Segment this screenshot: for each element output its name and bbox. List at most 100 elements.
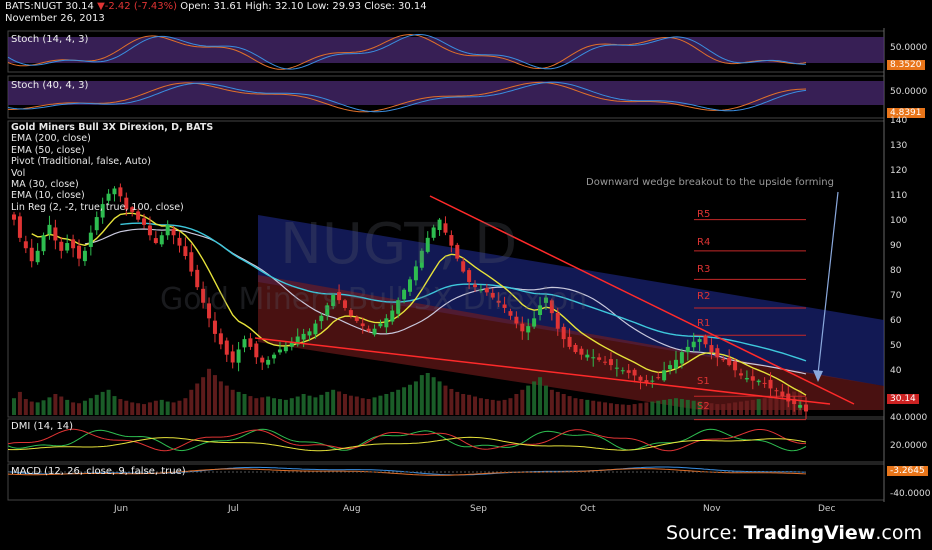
- candle-body: [597, 357, 602, 360]
- dmi-plus-line: [7, 428, 807, 452]
- candle-body: [697, 339, 702, 342]
- candle-body: [366, 328, 371, 332]
- volume-bar: [620, 404, 625, 415]
- candle-body: [679, 352, 684, 364]
- price-tick: 130: [890, 141, 908, 151]
- volume-bar: [248, 396, 253, 415]
- candle-body: [165, 224, 170, 236]
- volume-bar: [608, 403, 613, 415]
- stoch1-label[interactable]: Stoch (14, 4, 3): [11, 34, 88, 45]
- volume-bar: [266, 396, 271, 415]
- volume-bar: [65, 399, 70, 415]
- candle-body: [638, 376, 643, 381]
- volume-bar: [721, 404, 726, 415]
- volume-bar: [508, 398, 513, 415]
- price-tick: 70: [890, 291, 902, 301]
- candle-body: [254, 343, 259, 358]
- stoch1-axis-tick: 50.0000: [890, 43, 928, 53]
- candle-body: [360, 323, 365, 327]
- volume-bar: [614, 404, 619, 415]
- candle-body: [727, 357, 732, 366]
- candle-body: [307, 331, 312, 336]
- volume-bar: [455, 391, 460, 415]
- volume-bar: [626, 404, 631, 415]
- dmi-axis-tick-20: 20.0000: [890, 441, 928, 451]
- volume-bar: [431, 377, 436, 415]
- volume-bar: [662, 399, 667, 415]
- legend-title[interactable]: Gold Miners Bull 3X Direxion, D, BATS: [11, 122, 213, 133]
- candle-body: [378, 323, 383, 327]
- candle-body: [768, 379, 773, 389]
- x-tick-aug: Aug: [343, 504, 361, 514]
- low-label: Low:: [306, 1, 330, 12]
- legend-ema50[interactable]: EMA (50, close): [11, 145, 213, 156]
- watermark-name: Gold Miners Bull 3X Direxion: [160, 282, 588, 317]
- candle-body: [626, 370, 631, 373]
- volume-bar: [473, 396, 478, 415]
- candle-body: [514, 316, 519, 324]
- candle-body: [283, 346, 288, 352]
- legend-pivot[interactable]: Pivot (Traditional, false, Auto): [11, 156, 213, 167]
- volume-bar: [673, 398, 678, 415]
- candle-body: [272, 354, 277, 359]
- volume-bar: [88, 398, 93, 415]
- candle-body: [23, 241, 28, 249]
- volume-bar: [112, 396, 117, 415]
- volume-bar: [585, 399, 590, 415]
- volume-bar: [207, 368, 212, 415]
- volume-bar: [130, 402, 135, 415]
- volume-bar: [437, 381, 442, 415]
- source-credit[interactable]: Source: TradingView.com: [666, 522, 922, 544]
- volume-bar: [100, 391, 105, 415]
- candle-body: [17, 216, 22, 238]
- candle-body: [212, 320, 217, 334]
- volume-bar: [478, 398, 483, 415]
- price-tick: 60: [890, 316, 902, 326]
- candle-body: [35, 250, 40, 263]
- stoch2-label[interactable]: Stoch (40, 4, 3): [11, 80, 88, 91]
- volume-bar: [668, 399, 673, 415]
- volume-bar: [443, 385, 448, 415]
- candle-body: [189, 252, 194, 272]
- macd-label[interactable]: MACD (12, 26, close, 9, false, true): [11, 466, 186, 477]
- candle-body: [47, 224, 52, 235]
- low-value: 29.93: [332, 1, 362, 12]
- volume-bar: [762, 398, 767, 415]
- volume-bar: [124, 400, 129, 415]
- candle-body: [372, 328, 377, 335]
- volume-bar: [461, 394, 466, 415]
- legend-ema10[interactable]: EMA (10, close): [11, 190, 213, 201]
- volume-bar: [603, 402, 608, 415]
- price-tick: 100: [890, 216, 908, 226]
- candle-body: [756, 380, 761, 383]
- candle-body: [94, 217, 99, 231]
- symbol-label[interactable]: BATS:NUGT: [5, 1, 62, 12]
- x-tick-jul: Jul: [228, 504, 239, 514]
- volume-bar: [260, 397, 265, 415]
- volume-bar: [496, 400, 501, 415]
- volume-bar: [561, 394, 566, 415]
- dmi-label[interactable]: DMI (14, 14): [11, 421, 73, 432]
- pivot-label-r4: R4: [697, 237, 711, 248]
- volume-bar: [177, 400, 182, 415]
- annotation-text[interactable]: Downward wedge breakout to the upside fo…: [586, 177, 834, 188]
- legend-linreg[interactable]: Lin Reg (2, -2, true, true, 100, close): [11, 202, 213, 213]
- volume-bar: [691, 400, 696, 415]
- pivot-label-r2: R2: [697, 291, 711, 302]
- candle-body: [685, 346, 690, 353]
- volume-bar: [425, 373, 430, 415]
- volume-bar: [29, 401, 34, 415]
- stoch2-band: [8, 81, 884, 105]
- legend-ma30[interactable]: MA (30, close): [11, 179, 213, 190]
- volume-bar: [136, 403, 141, 415]
- volume-bar: [549, 389, 554, 415]
- legend-ema200[interactable]: EMA (200, close): [11, 133, 213, 144]
- volume-bar: [289, 398, 294, 415]
- price-tick: 50: [890, 341, 902, 351]
- volume-bar: [390, 391, 395, 415]
- price-tick: 140: [890, 116, 908, 126]
- last-price: 30.14: [65, 1, 94, 12]
- volume-bar: [165, 401, 170, 415]
- volume-bar: [142, 404, 147, 415]
- legend-vol[interactable]: Vol: [11, 168, 213, 179]
